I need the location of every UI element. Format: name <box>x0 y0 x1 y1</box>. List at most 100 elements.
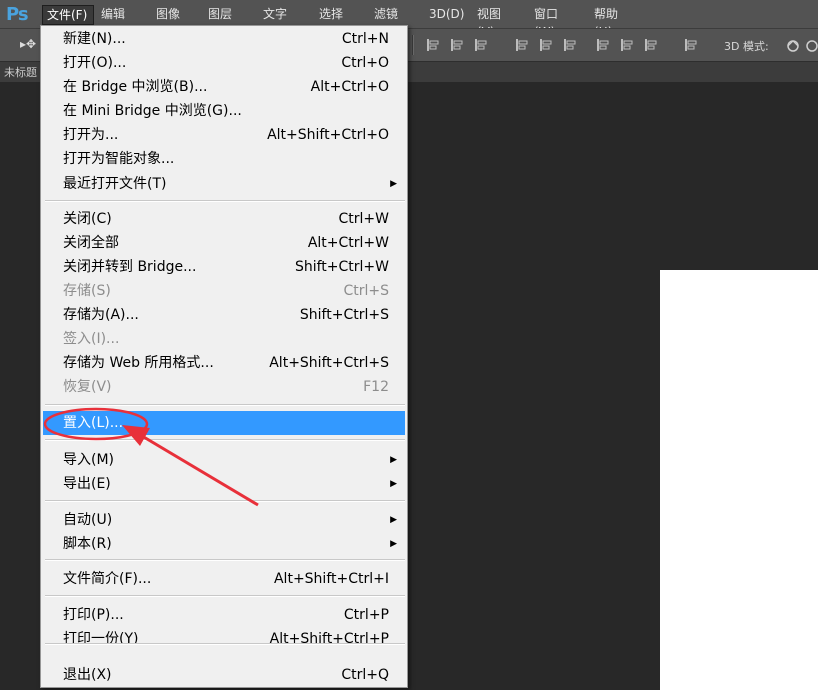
menu-item-label: 最近打开文件(T) <box>63 176 167 192</box>
menubar-item[interactable]: 选择(S) <box>315 5 361 39</box>
menubar-item[interactable]: 编辑(E) <box>97 5 145 39</box>
align-icon[interactable] <box>426 38 440 52</box>
document-tab[interactable]: 未标题 <box>4 64 37 80</box>
align-icon[interactable] <box>596 38 610 52</box>
menu-item-shortcut: F12 <box>363 379 389 395</box>
file-menu-item[interactable]: 新建(N)... Ctrl+N <box>43 27 405 51</box>
submenu-arrow-icon: ▶ <box>390 539 397 549</box>
file-menu-item[interactable]: 打开为智能对象... <box>43 147 405 171</box>
menu-item-label: 置入(L)... <box>63 415 124 431</box>
submenu-arrow-icon: ▶ <box>390 479 397 489</box>
file-menu-item[interactable]: 关闭(C) Ctrl+W <box>43 207 405 231</box>
file-menu-item[interactable]: 打印(P)... Ctrl+P <box>43 603 405 627</box>
file-menu-item[interactable]: 退出(X) Ctrl+Q <box>43 663 405 687</box>
menubar-item[interactable]: 文件(F) <box>42 5 94 25</box>
3d-mode-label: 3D 模式: <box>724 40 769 53</box>
file-menu-item[interactable]: 导入(M) ▶ <box>43 448 405 472</box>
document-canvas[interactable] <box>660 270 818 690</box>
menu-item-label: 签入(I)... <box>63 331 120 347</box>
align-icon[interactable] <box>684 38 698 52</box>
menu-item-shortcut: Shift+Ctrl+S <box>299 307 389 323</box>
menu-item-shortcut: Ctrl+N <box>341 31 389 47</box>
file-menu-item[interactable]: 自动(U) ▶ <box>43 508 405 532</box>
menu-item-label: 文件简介(F)... <box>63 571 152 587</box>
menu-divider <box>45 404 405 406</box>
menu-item-label: 新建(N)... <box>63 31 126 47</box>
menu-item-label: 打开(O)... <box>63 55 127 71</box>
menu-divider <box>45 500 405 502</box>
menubar-item[interactable]: 图像(I) <box>152 5 196 39</box>
menu-item-shortcut: Ctrl+S <box>343 283 389 299</box>
align-icon[interactable] <box>563 38 577 52</box>
file-menu-item[interactable]: 打开为... Alt+Shift+Ctrl+O <box>43 123 405 147</box>
menu-item-label: 在 Mini Bridge 中浏览(G)... <box>63 103 242 119</box>
file-menu-item[interactable]: 在 Mini Bridge 中浏览(G)... <box>43 99 405 123</box>
menu-item-label: 存储为 Web 所用格式... <box>63 355 214 371</box>
file-menu-item[interactable]: 关闭全部 Alt+Ctrl+W <box>43 231 405 255</box>
menubar-item[interactable]: 3D(D) <box>425 5 464 25</box>
menu-item-shortcut: Ctrl+P <box>343 607 389 623</box>
menu-item-label: 导出(E) <box>63 476 111 492</box>
menu-bar: Ps 文件(F)编辑(E)图像(I)图层(L) 文字(Y)选择(S) 滤镜(T) 3D… <box>0 0 818 39</box>
menu-item-label: 恢复(V) <box>63 379 112 395</box>
3d-rotate-icon[interactable] <box>785 37 801 53</box>
menu-item-shortcut: Shift+Ctrl+W <box>294 259 389 275</box>
file-menu-item[interactable]: 存储为 Web 所用格式... Alt+Shift+Ctrl+S <box>43 351 405 375</box>
file-menu-item[interactable]: 导出(E) ▶ <box>43 472 405 496</box>
file-menu-item[interactable]: 打印一份(Y) Alt+Shift+Ctrl+P <box>43 627 405 651</box>
menu-item-label: 存储为(A)... <box>63 307 139 323</box>
move-tool-icon[interactable]: ▸✥ <box>20 37 36 51</box>
menu-item-label: 打印一份(Y) <box>63 631 139 647</box>
menu-item-label: 自动(U) <box>63 512 113 528</box>
file-menu-item[interactable]: 在 Bridge 中浏览(B)... Alt+Ctrl+O <box>43 75 405 99</box>
menu-item-shortcut: Ctrl+Q <box>341 667 389 683</box>
menubar-item[interactable]: 帮助(H) <box>590 5 638 39</box>
file-menu-item[interactable]: 最近打开文件(T) ▶ <box>43 172 405 196</box>
submenu-arrow-icon: ▶ <box>390 455 397 465</box>
options-divider <box>412 35 414 55</box>
file-menu-item[interactable]: 关闭并转到 Bridge... Shift+Ctrl+W <box>43 255 405 279</box>
menu-item-shortcut: Ctrl+O <box>341 55 389 71</box>
menu-item-label: 打开为智能对象... <box>63 151 175 167</box>
menu-item-shortcut: Alt+Shift+Ctrl+I <box>273 571 389 587</box>
menu-item-label: 在 Bridge 中浏览(B)... <box>63 79 208 95</box>
file-menu-item[interactable]: 置入(L)... <box>43 411 405 435</box>
menubar-item[interactable]: 窗口(W) <box>530 5 582 39</box>
file-menu-dropdown: 新建(N)... Ctrl+N 打开(O)... Ctrl+O 在 Bridge 中浏览… <box>40 25 408 688</box>
menu-item-shortcut: Alt+Shift+Ctrl+P <box>269 631 389 647</box>
submenu-arrow-icon: ▶ <box>390 179 397 189</box>
menu-item-shortcut: Ctrl+W <box>338 211 389 227</box>
menu-divider <box>45 439 405 441</box>
menu-item-label: 导入(M) <box>63 452 115 468</box>
menu-divider <box>45 595 405 597</box>
align-icon[interactable] <box>474 38 488 52</box>
file-menu-item[interactable]: 打开(O)... Ctrl+O <box>43 51 405 75</box>
menu-item-label: 关闭并转到 Bridge... <box>63 259 197 275</box>
menu-item-shortcut: Alt+Shift+Ctrl+O <box>267 127 389 143</box>
file-menu-item: 存储(S) Ctrl+S <box>43 279 405 303</box>
menu-item-shortcut: Alt+Ctrl+W <box>307 235 389 251</box>
menu-item-shortcut: Alt+Ctrl+O <box>310 79 389 95</box>
align-icon[interactable] <box>539 38 553 52</box>
align-icon[interactable] <box>620 38 634 52</box>
menu-item-label: 关闭(C) <box>63 211 112 227</box>
file-menu-item[interactable]: 存储为(A)... Shift+Ctrl+S <box>43 303 405 327</box>
menu-item-label: 退出(X) <box>63 667 112 683</box>
align-icon[interactable] <box>644 38 658 52</box>
menubar-item[interactable]: 滤镜(T) <box>370 5 416 39</box>
menu-item-label: 存储(S) <box>63 283 111 299</box>
menu-item-shortcut: Alt+Shift+Ctrl+S <box>269 355 389 371</box>
file-menu-item: 签入(I)... <box>43 327 405 351</box>
menubar-item[interactable]: 文字(Y) <box>259 5 307 39</box>
3d-roll-icon[interactable] <box>805 37 818 53</box>
align-icon[interactable] <box>515 38 529 52</box>
align-icon[interactable] <box>450 38 464 52</box>
menu-item-label: 脚本(R) <box>63 536 112 552</box>
file-menu-item[interactable]: 脚本(R) ▶ <box>43 532 405 556</box>
menu-item-label: 打印(P)... <box>63 607 124 623</box>
menubar-item[interactable]: 图层(L) <box>204 5 250 39</box>
file-menu-item: 恢复(V) F12 <box>43 375 405 399</box>
menu-divider <box>45 559 405 561</box>
file-menu-item[interactable]: 文件简介(F)... Alt+Shift+Ctrl+I <box>43 567 405 591</box>
menubar-item[interactable]: 视图(V) <box>473 5 521 39</box>
